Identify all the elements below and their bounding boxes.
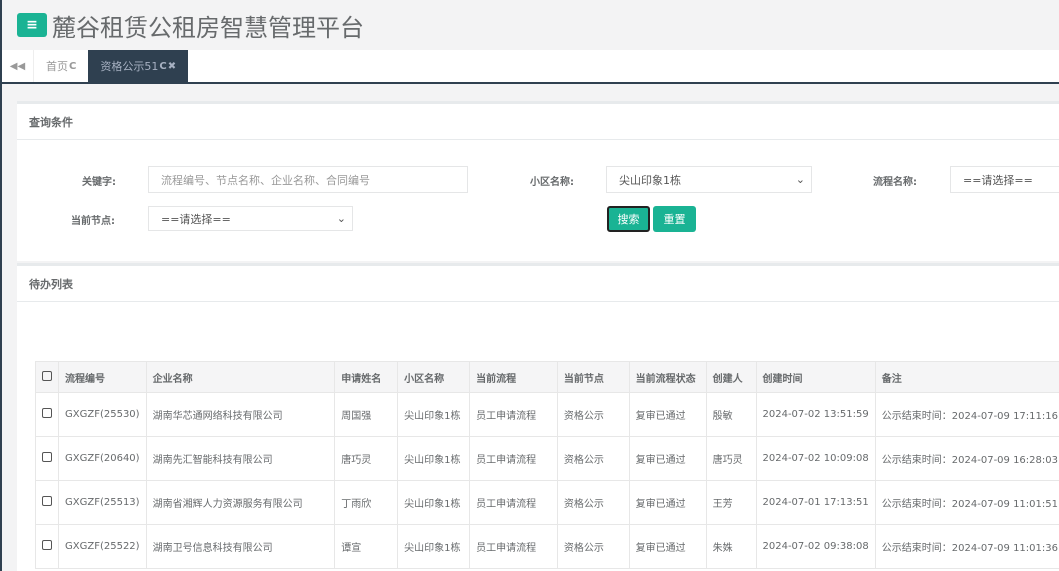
keyword-label: 关键字: [82,177,116,188]
tab-label: 首页 [46,60,68,73]
refresh-icon[interactable]: C [69,61,76,72]
row-select-cell [35,480,59,525]
table-cell: GXGZF(25530) [58,392,147,437]
table-cell: 尖山印象1栋 [397,524,471,569]
table-row[interactable]: GXGZF(25530) 湖南华芯通网络科技有限公司 周国强 尖山印象1栋 员工申请流程… [35,392,1059,437]
community-value: 尖山印象1栋 [619,173,681,187]
table-cell: 复审已通过 [628,524,707,569]
table-cell: 公示结束时间：2024-07-09 16:28:03 [874,436,1059,481]
table-row[interactable]: GXGZF(25513) 湖南省湘辉人力资源服务有限公司 丁雨欣 尖山印象1栋 员工申请… [35,480,1059,525]
table-cell: 资格公示 [556,524,630,569]
panel-title: 待办列表 [17,266,1059,302]
column-header[interactable]: 小区名称 [397,361,471,393]
table-cell: 湖南华芯通网络科技有限公司 [145,392,336,437]
column-header[interactable]: 当前流程状态 [628,361,707,393]
column-header[interactable]: 流程编号 [58,361,147,393]
close-icon[interactable]: ✖ [168,61,176,72]
tab-label: 资格公示51 [100,60,159,73]
table-cell: 资格公示 [556,480,630,525]
table-cell: 尖山印象1栋 [397,436,471,481]
tab-scroll-left-button[interactable]: ◀◀ [2,50,34,82]
app-title: 麓谷租赁公租房智慧管理平台 [52,13,364,42]
table-cell: 资格公示 [556,436,630,481]
refresh-icon[interactable]: C [159,61,166,72]
row-checkbox[interactable] [42,540,52,550]
table-cell: 丁雨欣 [334,480,399,525]
reset-button[interactable]: 重置 [653,206,696,232]
header: ≡ 麓谷租赁公租房智慧管理平台 [2,0,1059,50]
table-cell: 复审已通过 [628,436,707,481]
content: 查询条件 关键字: 流程编号、节点名称、企业名称、合同编号 小区名称: 尖山印象… [2,86,1059,571]
table-cell: 公示结束时间：2024-07-09 17:11:16 [874,392,1059,437]
todo-table: 流程编号 企业名称 申请姓名 小区名称 当前流程 当前节点 当前流程状态 创建人… [35,361,1059,569]
table-cell: 谭宣 [334,524,399,569]
table-cell: 尖山印象1栋 [397,480,471,525]
column-header[interactable]: 创建人 [705,361,757,393]
row-select-cell [35,436,59,481]
column-header[interactable]: 企业名称 [145,361,336,393]
community-select[interactable]: 尖山印象1栋 ⌄ [606,166,812,193]
table-cell: 2024-07-02 09:38:08 [755,524,876,569]
process-select[interactable]: ==请选择== [950,166,1059,193]
row-checkbox[interactable] [42,408,52,418]
table-cell: GXGZF(25522) [58,524,147,569]
column-header[interactable]: 创建时间 [755,361,876,393]
menu-toggle-button[interactable]: ≡ [17,13,47,37]
table-cell: 唐巧灵 [705,436,757,481]
table-cell: 湖南省湘辉人力资源服务有限公司 [145,480,336,525]
table-cell: 复审已通过 [628,480,707,525]
table-cell: 朱姝 [705,524,757,569]
table-cell: 周国强 [334,392,399,437]
row-checkbox[interactable] [42,452,52,462]
column-header[interactable]: 申请姓名 [334,361,399,393]
node-select[interactable]: ==请选择== ⌄ [148,206,353,231]
table-row[interactable]: GXGZF(25522) 湖南卫号信息科技有限公司 谭宣 尖山印象1栋 员工申请流程 资格… [35,524,1059,569]
tab-bar: ◀◀ 首页 C 资格公示51 C ✖ [2,50,1059,84]
table-cell: 员工申请流程 [469,524,558,569]
select-all-checkbox[interactable] [42,370,52,381]
keyword-input[interactable]: 流程编号、节点名称、企业名称、合同编号 [148,166,468,193]
tab-qualification-publicity[interactable]: 资格公示51 C ✖ [88,50,189,82]
table-cell: 资格公示 [556,392,630,437]
column-header[interactable]: 当前流程 [469,361,558,393]
row-select-cell [35,392,59,437]
search-button[interactable]: 搜索 [607,206,650,232]
community-label: 小区名称: [530,177,574,188]
panel-title: 查询条件 [17,104,1059,140]
todo-list-panel: 待办列表 流程编号 企业名称 申请姓名 小区名称 当前流程 当前节点 当前流程状… [17,263,1059,571]
chevron-down-icon: ⌄ [795,173,805,186]
table-cell: 公示结束时间：2024-07-09 11:01:36 [874,524,1059,569]
hamburger-icon: ≡ [26,17,38,33]
table-cell: 尖山印象1栋 [397,392,471,437]
node-value: ==请选择== [161,212,231,226]
table-cell: 员工申请流程 [469,480,558,525]
table-cell: 公示结束时间：2024-07-09 11:01:51 [874,480,1059,525]
tab-home[interactable]: 首页 C [34,50,88,82]
table-cell: 湖南卫号信息科技有限公司 [145,524,336,569]
table-cell: GXGZF(25513) [58,480,147,525]
column-header[interactable]: 当前节点 [556,361,630,393]
table-cell: 员工申请流程 [469,392,558,437]
table-cell: 王芳 [705,480,757,525]
table-cell: 员工申请流程 [469,436,558,481]
table-cell: 2024-07-01 17:13:51 [755,480,876,525]
chevron-down-icon: ⌄ [336,212,346,225]
table-cell: GXGZF(20640) [58,436,147,481]
table-cell: 唐巧灵 [334,436,399,481]
row-checkbox[interactable] [42,496,52,506]
table-cell: 湖南先汇智能科技有限公司 [145,436,336,481]
column-header[interactable]: 备注 [874,361,1059,393]
table-cell: 2024-07-02 13:51:59 [755,392,876,437]
search-panel: 查询条件 关键字: 流程编号、节点名称、企业名称、合同编号 小区名称: 尖山印象… [17,101,1059,261]
table-header: 流程编号 企业名称 申请姓名 小区名称 当前流程 当前节点 当前流程状态 创建人… [35,361,1059,393]
process-label: 流程名称: [873,177,917,188]
backward-icon: ◀◀ [9,60,26,72]
node-label: 当前节点: [71,216,115,227]
row-select-cell [35,524,59,569]
process-value: ==请选择== [963,173,1033,187]
table-cell: 殷敏 [705,392,757,437]
table-row[interactable]: GXGZF(20640) 湖南先汇智能科技有限公司 唐巧灵 尖山印象1栋 员工申请流程资… [35,436,1059,481]
table-cell: 2024-07-02 10:09:08 [755,436,876,481]
table-cell: 复审已通过 [628,392,707,437]
